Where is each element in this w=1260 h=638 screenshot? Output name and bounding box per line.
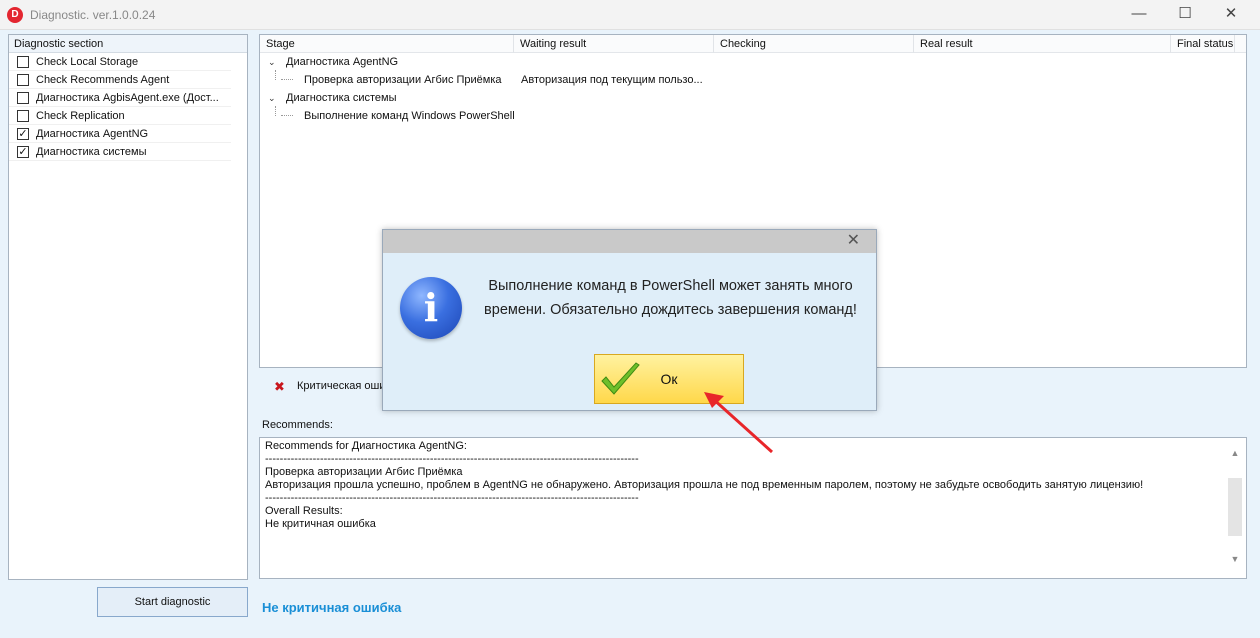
recommends-line: Авторизация прошла успешно, проблем в Ag… [265,479,1144,491]
info-icon: i [400,277,462,339]
stage-label: Проверка авторизации Агбис Приёмка [304,74,502,86]
close-icon[interactable]: ✕ [1208,0,1254,30]
diagnostic-section-item[interactable]: Check Recommends Agent [9,71,231,89]
recommends-line: Не критичная ошибка [265,518,376,530]
recommends-line: Overall Results: [265,505,343,517]
recommends-line: Проверка авторизации Агбис Приёмка [265,466,463,478]
checkbox-icon[interactable] [17,56,29,68]
diagnostic-section-item[interactable]: Check Local Storage [9,53,231,71]
diagnostic-section-label: Диагностика системы [36,146,147,158]
overall-result-text: Не критичная ошибка [262,600,402,615]
column-header-waiting-result[interactable]: Waiting result [514,35,714,53]
recommends-label: Recommends: [262,419,333,431]
minimize-icon[interactable]: — [1116,0,1162,30]
diagnostic-section-item[interactable]: ✓ Диагностика системы [9,143,231,161]
dialog-message-line: Выполнение команд в PowerShell может зан… [488,278,853,294]
status-text: Критическая оши [297,380,386,392]
grid-header: Stage Waiting result Checking Real resul… [260,35,1246,53]
tree-connector [281,115,293,116]
scrollbar-thumb[interactable] [1228,478,1242,536]
diagnostic-section-item[interactable]: Диагностика AgbisAgent.exe (Дост... [9,89,231,107]
recommends-scrollbar[interactable]: ▲ ▼ [1224,438,1246,578]
diagnostic-section-header: Diagnostic section [9,35,247,53]
diagnostic-section-label: Check Recommends Agent [36,74,170,86]
checkbox-checked-icon[interactable]: ✓ [17,128,29,140]
annotation-arrow-icon [704,392,774,454]
diagnostic-section-label: Check Local Storage [36,56,139,68]
dialog-close-icon[interactable]: ✕ [847,232,860,250]
stage-label: Диагностика системы [286,92,397,104]
diagnostic-section-item[interactable]: Check Replication [9,107,231,125]
checkbox-checked-icon[interactable]: ✓ [17,146,29,158]
dialog-message: Выполнение команд в PowerShell может зан… [473,274,868,322]
checkbox-icon[interactable] [17,92,29,104]
info-dialog: ✕ i Выполнение команд в PowerShell может… [382,229,877,411]
window-title: Diagnostic. ver.1.0.0.24 [30,8,156,22]
tree-row[interactable]: Проверка авторизации Агбис Приёмка Автор… [268,71,728,89]
error-x-icon: ✖ [274,379,285,394]
column-header-stage[interactable]: Stage [260,35,514,53]
stage-label: Выполнение команд Windows PowerShell [304,110,515,122]
column-header-real-result[interactable]: Real result [914,35,1171,53]
stage-label: Диагностика AgentNG [286,56,399,68]
recommends-separator: ----------------------------------------… [265,492,639,504]
checkbox-icon[interactable] [17,74,29,86]
diagnostic-section-label: Диагностика AgbisAgent.exe (Дост... [36,92,219,104]
dialog-title-bar: ✕ [383,230,876,253]
ok-button-label: Ок [660,371,678,387]
checkmark-icon [601,362,640,395]
diagnostic-section-label: Check Replication [36,110,125,122]
scroll-down-icon[interactable]: ▼ [1224,554,1246,564]
column-header-final-status[interactable]: Final status [1171,35,1235,53]
checkbox-icon[interactable] [17,110,29,122]
diagnostic-section-item[interactable]: ✓ Диагностика AgentNG [9,125,231,143]
scroll-up-icon[interactable]: ▲ [1224,448,1246,458]
chevron-down-icon[interactable]: ⌄ [268,53,276,71]
title-bar: D Diagnostic. ver.1.0.0.24 — ☐ ✕ [0,0,1260,30]
diagnostic-section-list: Diagnostic section Check Local Storage Ch… [8,34,248,580]
tree-connector [275,106,276,116]
app-logo-icon: D [7,7,23,23]
dialog-message-line: времени. Обязательно дождитесь завершени… [484,302,857,318]
column-header-checking[interactable]: Checking [714,35,914,53]
waiting-result-cell: Авторизация под текущим пользо... [521,74,703,86]
start-diagnostic-button[interactable]: Start diagnostic [97,587,248,617]
chevron-down-icon[interactable]: ⌄ [268,89,276,107]
diagnostic-section-label: Диагностика AgentNG [36,128,149,140]
maximize-icon[interactable]: ☐ [1162,0,1208,30]
